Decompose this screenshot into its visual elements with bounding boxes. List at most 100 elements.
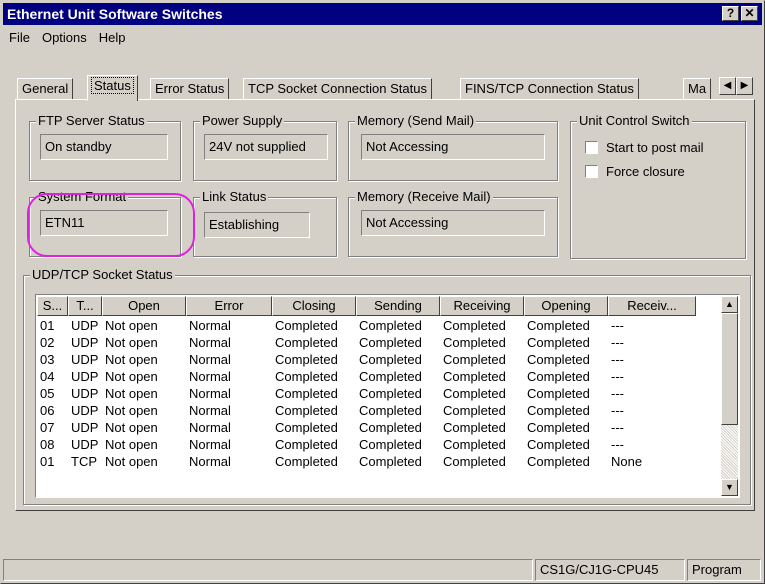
cell-open: Not open xyxy=(105,386,158,401)
table-row[interactable]: 01 UDP Not open Normal Completed Completed Com… xyxy=(37,317,696,334)
tab-label: Status xyxy=(91,77,134,94)
table-row[interactable]: 05 UDP Not open Normal Completed Completed Com… xyxy=(37,385,696,402)
title-bar[interactable]: Ethernet Unit Software Switches ? ✕ xyxy=(3,3,762,25)
group-title: System Format xyxy=(36,189,129,205)
list-header: S... T... Open Error Closing Sending Rec… xyxy=(37,296,696,316)
cell-error: Normal xyxy=(189,369,231,384)
cell-receive: --- xyxy=(611,420,624,435)
tab-more[interactable]: Ma xyxy=(683,78,712,100)
column-header-receiving[interactable]: Receiving xyxy=(440,296,524,316)
cell-type: TCP xyxy=(71,454,97,469)
cell-socket: 04 xyxy=(40,369,55,384)
cell-closing: Completed xyxy=(275,318,338,333)
cell-receive: --- xyxy=(611,318,624,333)
tab-label: Error Status xyxy=(155,81,225,96)
force-closure-checkbox[interactable]: Force closure xyxy=(585,164,685,179)
cell-receiving: Completed xyxy=(443,318,506,333)
column-header-socket[interactable]: S... xyxy=(37,296,68,316)
group-title: Link Status xyxy=(200,189,269,205)
list-body: 01 UDP Not open Normal Completed Completed Com… xyxy=(37,317,696,470)
table-row[interactable]: 08 UDP Not open Normal Completed Completed Com… xyxy=(37,436,696,453)
tab-fins-tcp-connection-status[interactable]: FINS/TCP Connection Status xyxy=(460,78,639,100)
cell-open: Not open xyxy=(105,454,158,469)
memory-send-mail-field: Not Accessing xyxy=(361,134,545,160)
column-header-open[interactable]: Open xyxy=(102,296,186,316)
link-status-field: Establishing xyxy=(204,212,310,238)
column-header-opening[interactable]: Opening xyxy=(524,296,608,316)
table-row[interactable]: 02 UDP Not open Normal Completed Completed Com… xyxy=(37,334,696,351)
close-button[interactable]: ✕ xyxy=(741,6,758,21)
cell-type: UDP xyxy=(71,420,99,435)
start-to-post-mail-checkbox[interactable]: Start to post mail xyxy=(585,140,704,155)
cell-receiving: Completed xyxy=(443,403,506,418)
cell-receive: --- xyxy=(611,403,624,418)
cell-sending: Completed xyxy=(359,335,422,350)
checkbox-box[interactable] xyxy=(585,165,598,178)
cell-sending: Completed xyxy=(359,403,422,418)
table-row[interactable]: 03 UDP Not open Normal Completed Completed Com… xyxy=(37,351,696,368)
unit-control-switch-group: Unit Control Switch Start to post mail F… xyxy=(570,113,746,259)
tab-status[interactable]: Status xyxy=(87,75,138,101)
cell-socket: 06 xyxy=(40,403,55,418)
memory-receive-mail-group: Memory (Receive Mail) Not Accessing xyxy=(348,189,558,257)
cell-socket: 05 xyxy=(40,386,55,401)
cell-socket: 01 xyxy=(40,454,55,469)
cell-opening: Completed xyxy=(527,318,590,333)
scroll-up-icon[interactable]: ▲ xyxy=(721,296,738,313)
menu-options[interactable]: Options xyxy=(36,30,93,45)
tab-label: General xyxy=(22,81,69,96)
cell-open: Not open xyxy=(105,403,158,418)
cell-receive: None xyxy=(611,454,643,469)
cell-receiving: Completed xyxy=(443,437,506,452)
tab-tcp-socket-connection-status[interactable]: TCP Socket Connection Status xyxy=(243,78,432,100)
column-header-receive[interactable]: Receiv... xyxy=(608,296,696,316)
cell-receive: --- xyxy=(611,386,624,401)
scroll-thumb[interactable] xyxy=(721,313,738,425)
tab-strip: General Status Error Status TCP Socket C… xyxy=(15,75,755,101)
cell-type: UDP xyxy=(71,403,99,418)
cell-receiving: Completed xyxy=(443,420,506,435)
cell-opening: Completed xyxy=(527,403,590,418)
checkbox-box[interactable] xyxy=(585,141,598,154)
cell-receiving: Completed xyxy=(443,352,506,367)
tab-label: FINS/TCP Connection Status xyxy=(465,81,634,96)
tab-error-status[interactable]: Error Status xyxy=(150,78,230,100)
help-button[interactable]: ? xyxy=(722,6,739,21)
menu-bar: File Options Help xyxy=(3,27,762,47)
table-row[interactable]: 07 UDP Not open Normal Completed Completed Com… xyxy=(37,419,696,436)
cell-error: Normal xyxy=(189,420,231,435)
cell-closing: Completed xyxy=(275,352,338,367)
tab-scroll-right-icon[interactable]: ▶ xyxy=(736,77,753,95)
cell-type: UDP xyxy=(71,318,99,333)
group-title: FTP Server Status xyxy=(36,113,147,129)
column-header-sending[interactable]: Sending xyxy=(356,296,440,316)
table-row[interactable]: 01 TCP Not open Normal Completed Completed Com… xyxy=(37,453,696,470)
cell-receiving: Completed xyxy=(443,386,506,401)
status-pane-empty xyxy=(3,559,533,581)
cell-error: Normal xyxy=(189,335,231,350)
vertical-scrollbar[interactable]: ▲ ▼ xyxy=(721,296,738,496)
cell-closing: Completed xyxy=(275,386,338,401)
cell-closing: Completed xyxy=(275,420,338,435)
cell-opening: Completed xyxy=(527,454,590,469)
column-header-closing[interactable]: Closing xyxy=(272,296,356,316)
menu-help[interactable]: Help xyxy=(93,30,132,45)
cell-error: Normal xyxy=(189,318,231,333)
cell-type: UDP xyxy=(71,386,99,401)
tab-scroll-left-icon[interactable]: ◀ xyxy=(719,77,736,95)
checkbox-label: Start to post mail xyxy=(606,140,704,155)
table-row[interactable]: 06 UDP Not open Normal Completed Completed Com… xyxy=(37,402,696,419)
cell-receiving: Completed xyxy=(443,335,506,350)
cell-sending: Completed xyxy=(359,437,422,452)
link-status-group: Link Status Establishing xyxy=(193,189,337,257)
column-header-error[interactable]: Error xyxy=(186,296,272,316)
tab-general[interactable]: General xyxy=(17,78,74,100)
status-bar: CS1G/CJ1G-CPU45 Program xyxy=(3,559,762,581)
socket-status-list[interactable]: S... T... Open Error Closing Sending Rec… xyxy=(35,294,740,498)
ftp-server-status-group: FTP Server Status On standby xyxy=(29,113,181,181)
scroll-down-icon[interactable]: ▼ xyxy=(721,479,738,496)
column-header-type[interactable]: T... xyxy=(68,296,102,316)
menu-file[interactable]: File xyxy=(3,30,36,45)
table-row[interactable]: 04 UDP Not open Normal Completed Completed Com… xyxy=(37,368,696,385)
system-format-field: ETN11 xyxy=(40,210,168,236)
